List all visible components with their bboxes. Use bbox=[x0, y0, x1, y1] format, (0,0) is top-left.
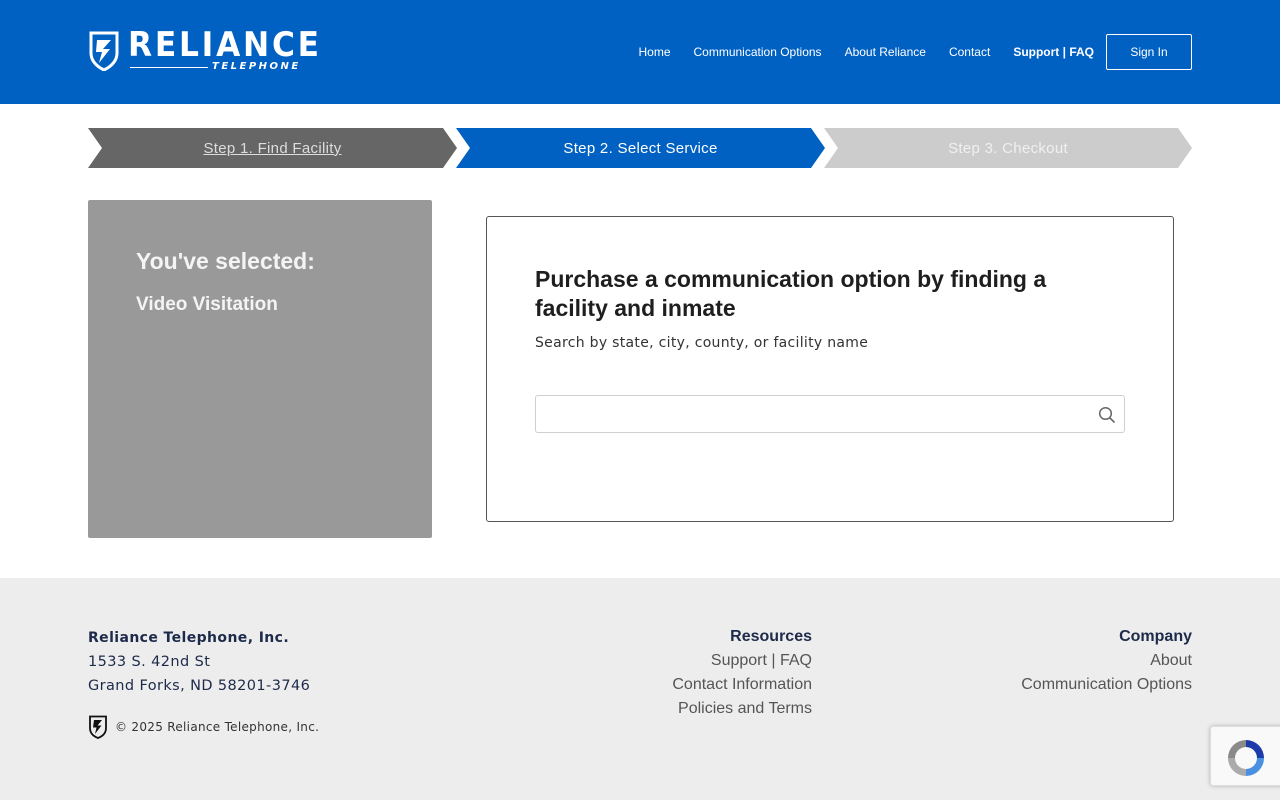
footer-resources: Resources Support | FAQ Contact Informat… bbox=[672, 628, 812, 721]
footer-link-policies-terms[interactable]: Policies and Terms bbox=[672, 697, 812, 721]
footer-company-heading: Company bbox=[1119, 628, 1192, 645]
checkout-steps: Step 1. Find Facility Step 2. Select Ser… bbox=[88, 128, 1192, 168]
sign-in-button[interactable]: Sign In bbox=[1106, 34, 1192, 70]
logo-rule bbox=[130, 67, 208, 68]
footer-link-contact-information[interactable]: Contact Information bbox=[672, 673, 812, 697]
nav-home[interactable]: Home bbox=[638, 45, 670, 59]
footer-address-line2: Grand Forks, ND 58201-3746 bbox=[88, 678, 311, 694]
search-icon[interactable] bbox=[1098, 406, 1116, 424]
footer-company-name: Reliance Telephone, Inc. bbox=[88, 630, 290, 646]
footer-address-line1: 1533 S. 42nd St bbox=[88, 654, 211, 670]
step-checkout: Step 3. Checkout bbox=[824, 128, 1192, 168]
reliance-shield-icon bbox=[89, 715, 107, 739]
nav-contact[interactable]: Contact bbox=[949, 45, 990, 59]
site-header: RELIANCE TELEPHONE Home Communication Op… bbox=[0, 0, 1280, 104]
recaptcha-icon bbox=[1228, 740, 1264, 776]
facility-search-card: Purchase a communication option by findi… bbox=[486, 216, 1174, 522]
reliance-shield-icon bbox=[89, 31, 119, 71]
footer-company: Company About Communication Options bbox=[1021, 628, 1192, 697]
footer-resources-heading: Resources bbox=[730, 628, 812, 645]
main-nav: Home Communication Options About Relianc… bbox=[638, 34, 1192, 70]
footer-link-support-faq[interactable]: Support | FAQ bbox=[672, 649, 812, 673]
facility-search-box bbox=[535, 395, 1125, 433]
recaptcha-badge[interactable] bbox=[1210, 726, 1280, 786]
selected-service-panel: You've selected: Video Visitation bbox=[88, 200, 432, 538]
nav-support-faq[interactable]: Support | FAQ bbox=[1013, 45, 1094, 59]
step-find-facility[interactable]: Step 1. Find Facility bbox=[88, 128, 457, 168]
step-select-service: Step 2. Select Service bbox=[456, 128, 825, 168]
site-footer: Reliance Telephone, Inc. 1533 S. 42nd St… bbox=[0, 578, 1280, 800]
search-card-title: Purchase a communication option by findi… bbox=[535, 266, 1047, 321]
selected-service-name: Video Visitation bbox=[136, 294, 278, 315]
logo-tagline: TELEPHONE bbox=[212, 61, 301, 72]
nav-about-reliance[interactable]: About Reliance bbox=[845, 45, 926, 59]
nav-communication-options[interactable]: Communication Options bbox=[694, 45, 822, 59]
footer-copyright: © 2025 Reliance Telephone, Inc. bbox=[115, 720, 320, 734]
logo-wordmark: RELIANCE bbox=[128, 25, 322, 65]
facility-search-input[interactable] bbox=[536, 396, 1124, 432]
search-card-subtitle: Search by state, city, county, or facili… bbox=[535, 335, 869, 351]
footer-link-communication-options[interactable]: Communication Options bbox=[1021, 673, 1192, 697]
selected-heading: You've selected: bbox=[136, 248, 315, 274]
footer-link-about[interactable]: About bbox=[1021, 649, 1192, 673]
reliance-logo[interactable]: RELIANCE TELEPHONE bbox=[88, 28, 319, 74]
